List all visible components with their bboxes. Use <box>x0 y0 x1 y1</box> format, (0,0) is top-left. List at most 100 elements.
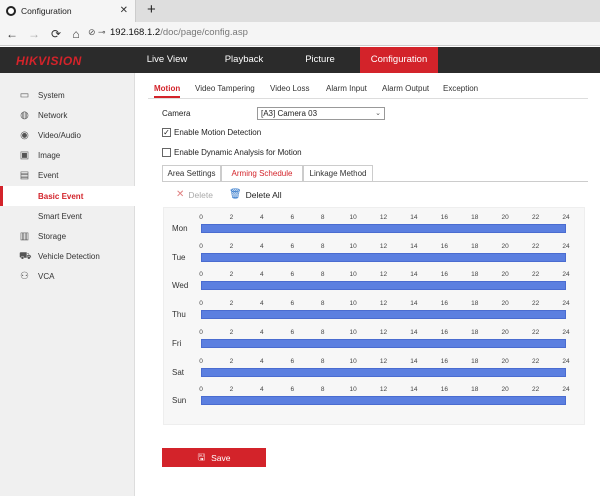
schedule-row-tue: 0 2 4 6 8 10 12 14 16 18 20 22 24 Tue <box>164 240 586 268</box>
hour-tick: 2 <box>229 357 234 365</box>
hour-tick: 6 <box>290 357 295 365</box>
hour-tick: 16 <box>440 214 448 221</box>
hour-tick: 8 <box>320 357 325 365</box>
browser-tab[interactable]: Configuration ✕ <box>0 0 136 22</box>
hour-tick: 4 <box>260 271 264 279</box>
sidebar-item-system[interactable]: ▭ System <box>0 85 135 105</box>
browser-tab-bar: Configuration ✕ + <box>0 0 600 22</box>
hour-tick: 22 <box>531 300 540 308</box>
tab-video-loss[interactable]: Video Loss <box>270 80 309 98</box>
day-label: Thu <box>172 310 186 320</box>
vca-icon: ⚇ <box>20 270 29 282</box>
hour-tick: 12 <box>379 357 388 365</box>
back-arrow-icon[interactable]: ← <box>4 26 20 42</box>
tab-alarm-input[interactable]: Alarm Input <box>326 80 367 98</box>
hour-tick: 4 <box>260 357 264 365</box>
hour-tick: 18 <box>471 271 479 279</box>
schedule-bar[interactable] <box>201 224 566 233</box>
sidebar-item-smart-event[interactable]: Smart Event <box>0 206 135 226</box>
hour-tick: 4 <box>260 300 264 308</box>
reload-icon[interactable]: ⟳ <box>48 26 64 42</box>
enable-dynamic-checkbox[interactable] <box>162 148 171 157</box>
hour-tick: 0 <box>199 214 203 221</box>
home-icon[interactable]: ⌂ <box>68 26 84 42</box>
hour-tick: 8 <box>320 328 325 336</box>
nav-playback[interactable]: Playback <box>210 47 278 73</box>
enable-motion-row[interactable]: ✓ Enable Motion Detection <box>162 128 261 137</box>
hour-tick: 6 <box>290 328 295 336</box>
hour-tick: 22 <box>531 328 540 336</box>
close-icon: ✕ <box>176 189 185 200</box>
sidebar-item-label: Event <box>38 170 59 180</box>
tab-motion[interactable]: Motion <box>154 80 181 98</box>
hour-tick: 14 <box>410 300 418 308</box>
nav-live-view[interactable]: Live View <box>133 47 201 73</box>
hour-tick: 24 <box>562 300 570 308</box>
sidebar-item-label: Network <box>38 110 68 120</box>
hour-tick: 10 <box>349 271 357 279</box>
sidebar: ▭ System ◍ Network ◉ Video/Audio ▣ Image… <box>0 73 135 496</box>
enable-dynamic-row[interactable]: Enable Dynamic Analysis for Motion <box>162 148 302 157</box>
hour-tick: 24 <box>562 214 570 221</box>
hour-tick: 14 <box>410 386 418 394</box>
sidebar-item-event[interactable]: ▤ Event <box>0 165 135 185</box>
tab-exception[interactable]: Exception <box>443 80 478 98</box>
schedule-row-thu: 0 2 4 6 8 10 12 14 16 18 20 22 24 Thu <box>164 297 586 325</box>
tab-arming-schedule[interactable]: Arming Schedule <box>221 165 303 181</box>
sidebar-item-storage[interactable]: ▥ Storage <box>0 226 135 246</box>
delete-all-label: Delete All <box>245 189 282 200</box>
url-field[interactable]: 192.168.1.2/doc/page/config.asp <box>110 27 248 38</box>
shield-icon[interactable]: ⊘ ⊸ <box>88 27 106 38</box>
nav-picture[interactable]: Picture <box>286 47 354 73</box>
image-icon: ▣ <box>19 149 30 161</box>
camera-select[interactable]: [A3] Camera 03 ⌄ <box>257 107 385 120</box>
schedule-bar[interactable] <box>201 310 566 320</box>
delete-label: Delete <box>188 189 213 200</box>
nav-configuration[interactable]: Configuration <box>360 47 438 73</box>
enable-dynamic-label: Enable Dynamic Analysis for Motion <box>174 148 302 157</box>
day-label: Sat <box>172 367 185 377</box>
day-label: Fri <box>172 338 182 348</box>
sidebar-item-video-audio[interactable]: ◉ Video/Audio <box>0 125 135 145</box>
hour-tick: 0 <box>199 271 203 279</box>
save-button[interactable]: 🖫 Save <box>162 448 266 467</box>
hour-tick: 20 <box>501 271 509 279</box>
sidebar-item-network[interactable]: ◍ Network <box>0 105 135 125</box>
delete-button[interactable]: ✕ Delete <box>176 189 213 200</box>
hour-tick: 24 <box>562 386 570 394</box>
delete-all-button[interactable]: 🗑 Delete All <box>229 189 282 200</box>
close-tab-icon[interactable]: ✕ <box>120 5 128 16</box>
schedule-bar[interactable] <box>201 281 566 291</box>
tab-video-tampering[interactable]: Video Tampering <box>195 80 255 98</box>
hour-tick: 16 <box>440 300 448 308</box>
hour-tick: 22 <box>531 271 540 279</box>
sidebar-item-vehicle-detection[interactable]: ⛟ Vehicle Detection <box>0 246 135 266</box>
day-label: Tue <box>172 252 186 262</box>
sidebar-item-image[interactable]: ▣ Image <box>0 145 135 165</box>
camera-label: Camera <box>162 109 191 118</box>
enable-motion-label: Enable Motion Detection <box>174 128 262 137</box>
chevron-down-icon: ⌄ <box>375 110 381 117</box>
sidebar-item-basic-event[interactable]: Basic Event <box>0 186 135 206</box>
day-label: Mon <box>172 224 188 233</box>
hour-tick: 2 <box>229 386 234 394</box>
hour-tick: 8 <box>320 242 325 250</box>
schedule-bar[interactable] <box>201 367 566 377</box>
schedule-bar[interactable] <box>201 252 566 262</box>
hour-tick: 2 <box>229 271 234 279</box>
hour-tick: 20 <box>501 214 509 221</box>
hour-tick: 18 <box>471 214 479 221</box>
tab-linkage-method[interactable]: Linkage Method <box>303 165 373 181</box>
hour-tick: 20 <box>501 242 509 250</box>
sidebar-item-vca[interactable]: ⚇ VCA <box>0 266 135 286</box>
hour-tick: 18 <box>471 386 479 394</box>
enable-motion-checkbox[interactable]: ✓ <box>162 128 171 137</box>
new-tab-button[interactable]: + <box>147 1 156 18</box>
forward-arrow-icon[interactable]: → <box>26 26 42 42</box>
schedule-bar[interactable] <box>201 338 566 348</box>
schedule-row-sat: 0 2 4 6 8 10 12 14 16 18 20 22 24 Sat <box>164 355 586 383</box>
tab-alarm-output[interactable]: Alarm Output <box>382 80 429 98</box>
monitor-icon: ▭ <box>19 89 30 101</box>
tab-area-settings[interactable]: Area Settings <box>162 165 221 181</box>
schedule-bar[interactable] <box>201 396 566 406</box>
